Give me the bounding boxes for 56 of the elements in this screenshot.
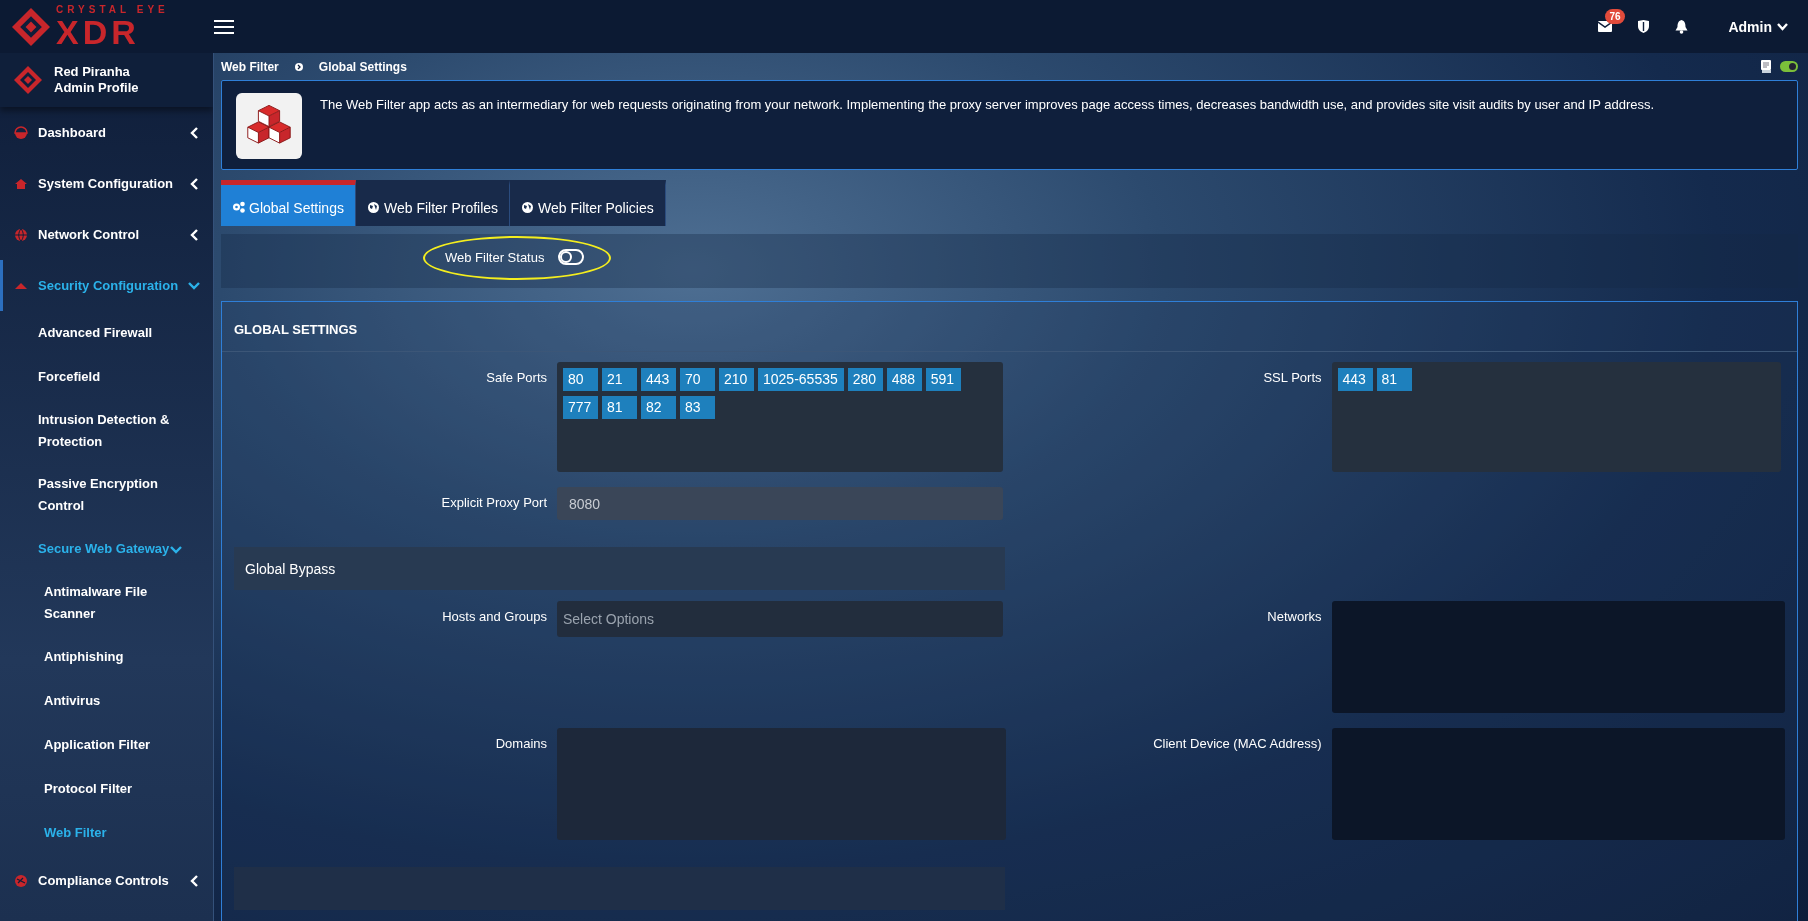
brand-subtitle: CRYSTAL EYE — [56, 4, 169, 15]
port-tag: 21 — [602, 368, 637, 391]
port-tag: 777 — [563, 396, 598, 419]
sidebar-item[interactable]: Passive Encryption Control — [0, 463, 213, 527]
port-tag: 81 — [602, 396, 637, 419]
tab[interactable]: Web Filter Policies — [510, 180, 666, 227]
profile-role: Admin Profile — [54, 80, 139, 96]
port-tag: 591 — [925, 368, 961, 391]
sidebar-item[interactable]: Protocol Filter — [0, 767, 213, 811]
description-text: The Web Filter app acts as an intermediary for web requests originating from your network. Implementing the proxy server improves page access times, decreases bandwidth use, and provides site visit audits by user and IP address. — [320, 96, 1655, 115]
sidebar-item[interactable]: Compliance Controls — [0, 855, 213, 906]
select-field[interactable]: Select Options — [557, 601, 1003, 637]
port-tag: 488 — [886, 368, 922, 391]
tab[interactable]: Web Filter Profiles — [355, 180, 511, 227]
sidebar-item[interactable]: System Configuration — [0, 158, 213, 209]
notification-count: 76 — [1605, 9, 1625, 24]
port-tag: 443 — [641, 368, 676, 391]
port-tag: 1025-65535 — [758, 368, 844, 391]
sidebar-item[interactable]: Antiphishing — [0, 635, 213, 679]
port-tag: 82 — [641, 396, 676, 419]
port-tag: 70 — [680, 368, 715, 391]
tab[interactable]: Global Settings — [221, 180, 356, 227]
sidebar-item[interactable]: Advanced Firewall — [0, 311, 213, 355]
field-label: Domains — [494, 735, 547, 751]
sidebar-item[interactable]: Intrusion Detection & Protection — [0, 399, 213, 463]
tag-input[interactable]: 80 21 443 70 210 1025-65535 280 488 591 777 81 82 83 — [557, 362, 1003, 472]
sidebar-item[interactable]: Network Control — [0, 209, 213, 260]
sidebar-item[interactable]: Secure Web Gateway — [0, 527, 213, 571]
port-input[interactable]: 8080 — [557, 487, 1003, 520]
port-tag: 280 — [847, 368, 883, 391]
section-header: Global Bypass — [234, 547, 1005, 590]
sidebar-item[interactable]: Antimalware File Scanner — [0, 571, 213, 635]
field-label: SSL Ports — [1262, 369, 1322, 385]
field-label: Client Device (MAC Address) — [1152, 735, 1322, 751]
tag-input[interactable]: 443 81 — [1331, 362, 1781, 472]
breadcrumb-item[interactable]: Web Filter — [221, 59, 279, 74]
field-label: Hosts and Groups — [441, 608, 547, 624]
user-menu[interactable]: Admin — [1728, 18, 1788, 35]
field-label: Networks — [1266, 608, 1322, 624]
sidebar-item[interactable]: Web Filter — [0, 811, 213, 855]
breadcrumb-item: Global Settings — [318, 59, 407, 74]
port-tag: 443 — [1337, 368, 1373, 391]
status-label: Web Filter Status — [445, 249, 545, 265]
brand-title: XDR — [56, 14, 140, 49]
sidebar-item[interactable]: Forcefield — [0, 355, 213, 399]
section-title: GLOBAL SETTINGS — [222, 302, 1797, 352]
profile-name: Red Piranha — [54, 64, 131, 80]
port-tag: 210 — [719, 368, 754, 391]
sidebar-item[interactable]: Antivirus — [0, 679, 213, 723]
port-tag: 81 — [1376, 368, 1412, 391]
port-tag: 83 — [680, 396, 715, 419]
field-label: Explicit Proxy Port — [440, 494, 547, 510]
field-label: Safe Ports — [485, 369, 547, 385]
port-tag: 80 — [563, 368, 598, 391]
sidebar-item[interactable]: Dashboard — [0, 107, 213, 158]
sidebar-item[interactable]: Application Filter — [0, 723, 213, 767]
